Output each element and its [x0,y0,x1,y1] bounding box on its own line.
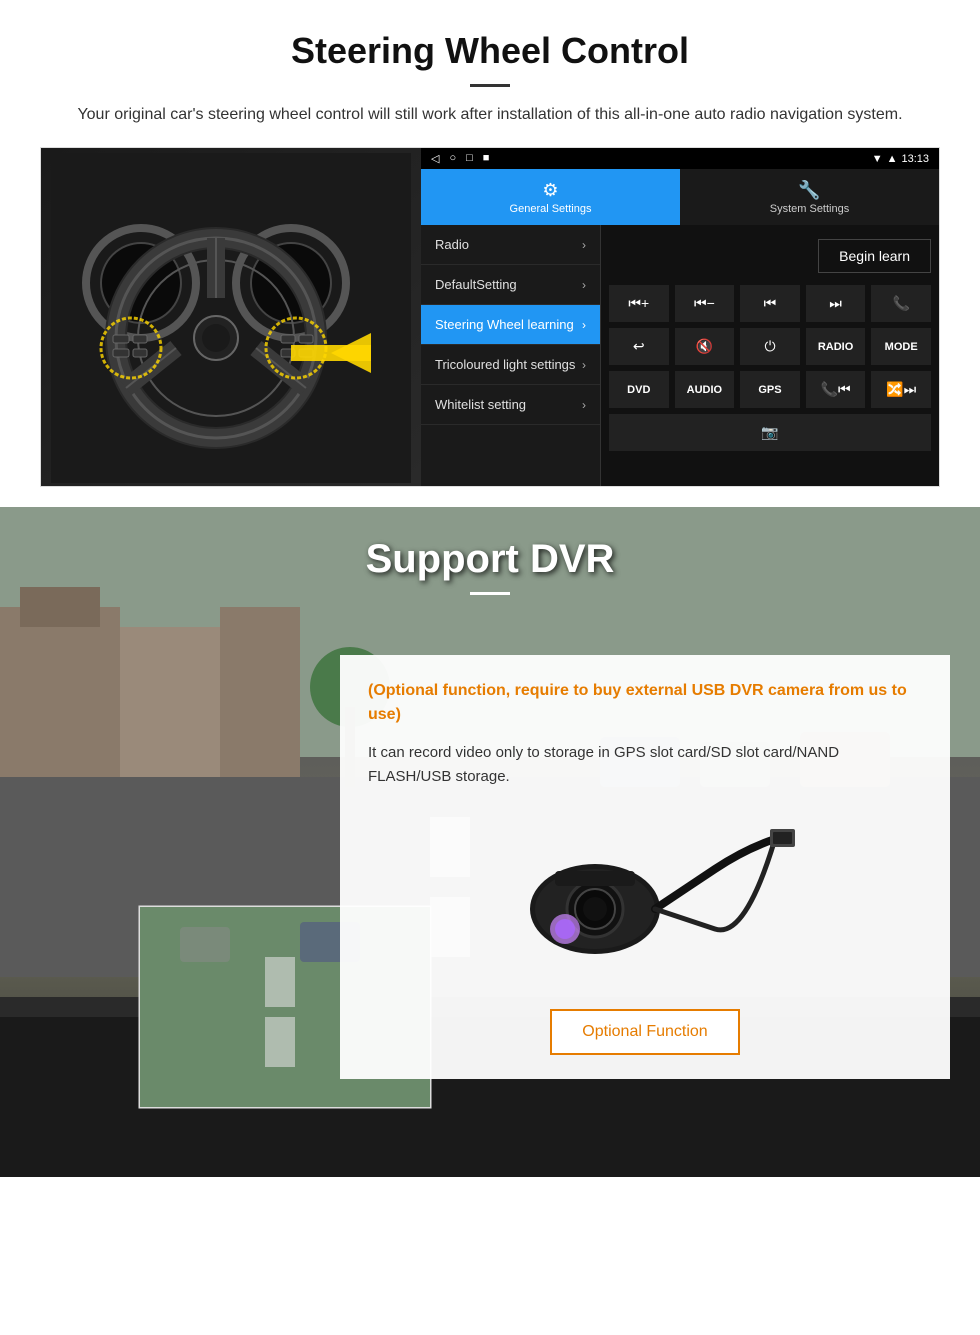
ctrl-camera[interactable]: 📷 [609,414,931,451]
screenshot-icon[interactable]: ■ [483,152,490,165]
ctrl-row-1: ⏮+ ⏮− ⏮ ⏭ 📞 [609,285,931,322]
ctrl-row-4: 📷 [609,414,931,451]
ctrl-mode[interactable]: MODE [871,328,931,365]
steering-wheel-area [41,148,421,487]
steering-wheel-svg [51,153,411,483]
signal-icon: ▼ [872,153,883,165]
menu-item-tricoloured[interactable]: Tricoloured light settings › [421,345,600,385]
menu-tricoloured-label: Tricoloured light settings [435,357,575,372]
steering-subtitle: Your original car's steering wheel contr… [60,103,920,127]
ctrl-back[interactable]: ↩ [609,328,669,365]
chevron-icon: › [582,358,586,372]
chevron-icon: › [582,238,586,252]
ctrl-radio[interactable]: RADIO [806,328,866,365]
dvr-description: It can record video only to storage in G… [368,741,922,789]
android-content: Radio › DefaultSetting › Steering Wheel … [421,225,939,486]
menu-steering-label: Steering Wheel learning [435,317,574,332]
android-tabs: ⚙ General Settings 🔧 System Settings [421,169,939,225]
menu-item-steering[interactable]: Steering Wheel learning › [421,305,600,345]
back-icon[interactable]: ◁ [431,152,439,165]
ctrl-power[interactable]: ⏻ [740,328,800,365]
general-settings-icon: ⚙ [542,180,558,201]
menu-item-default[interactable]: DefaultSetting › [421,265,600,305]
dvr-content-area: (Optional function, require to buy exter… [0,635,980,1099]
ctrl-row-3: DVD AUDIO GPS 📞⏮ 🔀⏭ [609,371,931,408]
menu-item-whitelist[interactable]: Whitelist setting › [421,385,600,425]
status-time: 13:13 [901,153,929,165]
steering-title: Steering Wheel Control [40,30,940,72]
ctrl-row-2: ↩ 🔇 ⏻ RADIO MODE [609,328,931,365]
android-panel: ◁ ○ □ ■ ▼ ▲ 13:13 ⚙ General Settings 🔧 S… [421,148,939,486]
menu-whitelist-label: Whitelist setting [435,397,526,412]
menu-default-label: DefaultSetting [435,277,517,292]
dvr-camera-image [368,809,922,989]
steering-composite: ◁ ○ □ ■ ▼ ▲ 13:13 ⚙ General Settings 🔧 S… [40,147,940,487]
menu-radio-label: Radio [435,237,469,252]
begin-learn-button[interactable]: Begin learn [818,239,931,273]
ctrl-prev-track[interactable]: ⏮ [740,285,800,322]
optional-function-button[interactable]: Optional Function [550,1009,739,1055]
menu-column: Radio › DefaultSetting › Steering Wheel … [421,225,601,486]
ctrl-gps[interactable]: GPS [740,371,800,408]
dvr-title-divider [470,592,510,595]
chevron-icon: › [582,318,586,332]
ctrl-phone[interactable]: 📞 [871,285,931,322]
android-statusbar: ◁ ○ □ ■ ▼ ▲ 13:13 [421,148,939,169]
dvr-info-card: (Optional function, require to buy exter… [340,655,950,1079]
home-icon[interactable]: ○ [449,152,456,165]
ctrl-vol-up[interactable]: ⏮+ [609,285,669,322]
nav-icons: ◁ ○ □ ■ [431,152,489,165]
ctrl-mute[interactable]: 🔇 [675,328,735,365]
dvr-camera-svg [485,819,805,979]
wifi-icon: ▲ [887,153,898,165]
title-divider [470,84,510,87]
dvr-section: Support DVR (Optional function, require … [0,507,980,1177]
ctrl-phone-prev[interactable]: 📞⏮ [806,371,866,408]
controls-column: Begin learn ⏮+ ⏮− ⏮ ⏭ 📞 ↩ 🔇 ⏻ [601,225,939,486]
chevron-icon: › [582,398,586,412]
tab-system-label: System Settings [770,203,849,215]
ctrl-dvd[interactable]: DVD [609,371,669,408]
menu-item-radio[interactable]: Radio › [421,225,600,265]
dvr-title: Support DVR [0,537,980,582]
dvr-title-area: Support DVR [0,507,980,605]
tab-general-settings[interactable]: ⚙ General Settings [421,169,680,225]
tab-system-settings[interactable]: 🔧 System Settings [680,169,939,225]
system-settings-icon: 🔧 [798,180,820,201]
dvr-optional-text: (Optional function, require to buy exter… [368,679,922,727]
ctrl-next-track[interactable]: ⏭ [806,285,866,322]
chevron-icon: › [582,278,586,292]
begin-learn-row: Begin learn [609,233,931,279]
steering-section: Steering Wheel Control Your original car… [0,0,980,507]
ctrl-audio[interactable]: AUDIO [675,371,735,408]
ctrl-vol-down[interactable]: ⏮− [675,285,735,322]
ctrl-shuffle-next[interactable]: 🔀⏭ [871,371,931,408]
recents-icon[interactable]: □ [466,152,473,165]
tab-general-label: General Settings [510,203,592,215]
